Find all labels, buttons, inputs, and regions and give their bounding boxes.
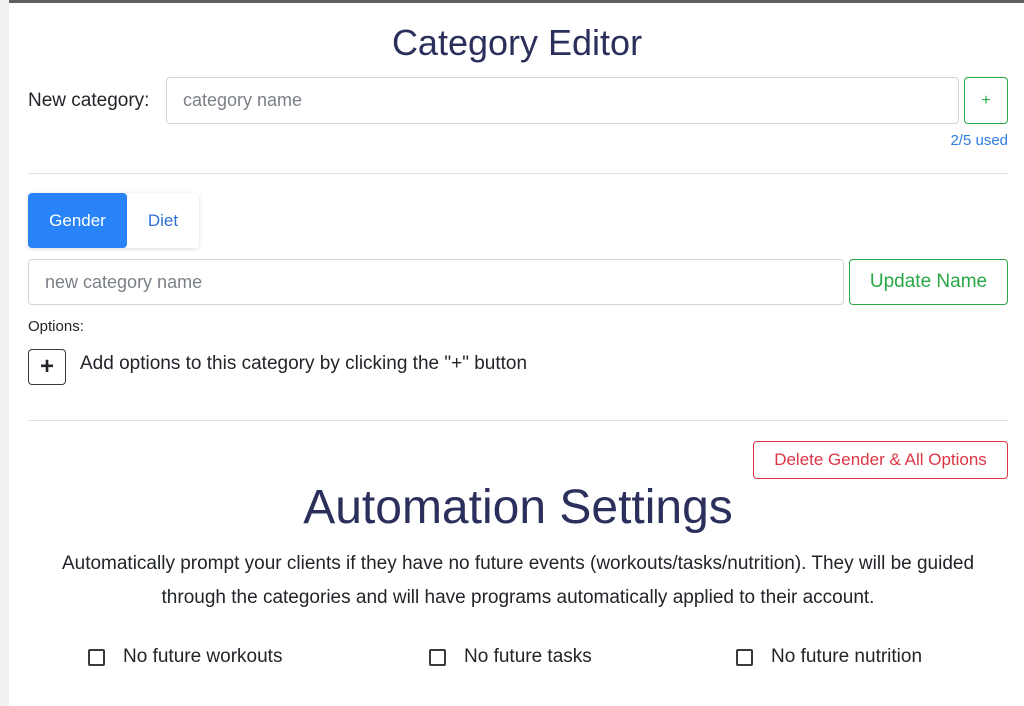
category-tabs: Gender Diet [28, 193, 199, 248]
checkbox-no-future-tasks[interactable]: No future tasks [429, 646, 592, 668]
new-category-input[interactable] [166, 77, 959, 124]
checkbox-no-future-nutrition[interactable]: No future nutrition [736, 646, 922, 668]
window-left-edge [0, 0, 9, 706]
section-divider [28, 420, 1008, 421]
checkbox-no-future-workouts[interactable]: No future workouts [88, 646, 282, 668]
checkbox-label: No future nutrition [771, 646, 923, 667]
rename-category-input[interactable] [28, 259, 844, 305]
options-label: Options: [28, 318, 84, 335]
checkbox-label: No future workouts [123, 646, 283, 667]
checkbox-icon[interactable] [429, 648, 446, 666]
window-top-edge [0, 0, 1024, 3]
automation-description: Automatically prompt your clients if the… [61, 553, 975, 608]
section-divider [28, 173, 1008, 174]
tab-diet[interactable]: Diet [127, 193, 199, 248]
new-category-label: New category: [28, 90, 150, 111]
options-hint: Add options to this category by clicking… [80, 353, 528, 374]
checkbox-icon[interactable] [736, 648, 753, 666]
add-category-button[interactable]: + [964, 77, 1008, 124]
page-title: Category Editor [391, 22, 643, 63]
delete-category-button[interactable]: Delete Gender & All Options [753, 441, 1008, 479]
checkbox-icon[interactable] [88, 648, 105, 666]
update-name-button[interactable]: Update Name [849, 259, 1008, 305]
automation-title: Automation Settings [303, 481, 733, 534]
category-usage-count: 2/5 used [950, 132, 1008, 149]
checkbox-label: No future tasks [464, 646, 592, 667]
tab-gender[interactable]: Gender [28, 193, 127, 248]
add-option-button[interactable]: + [28, 349, 66, 385]
